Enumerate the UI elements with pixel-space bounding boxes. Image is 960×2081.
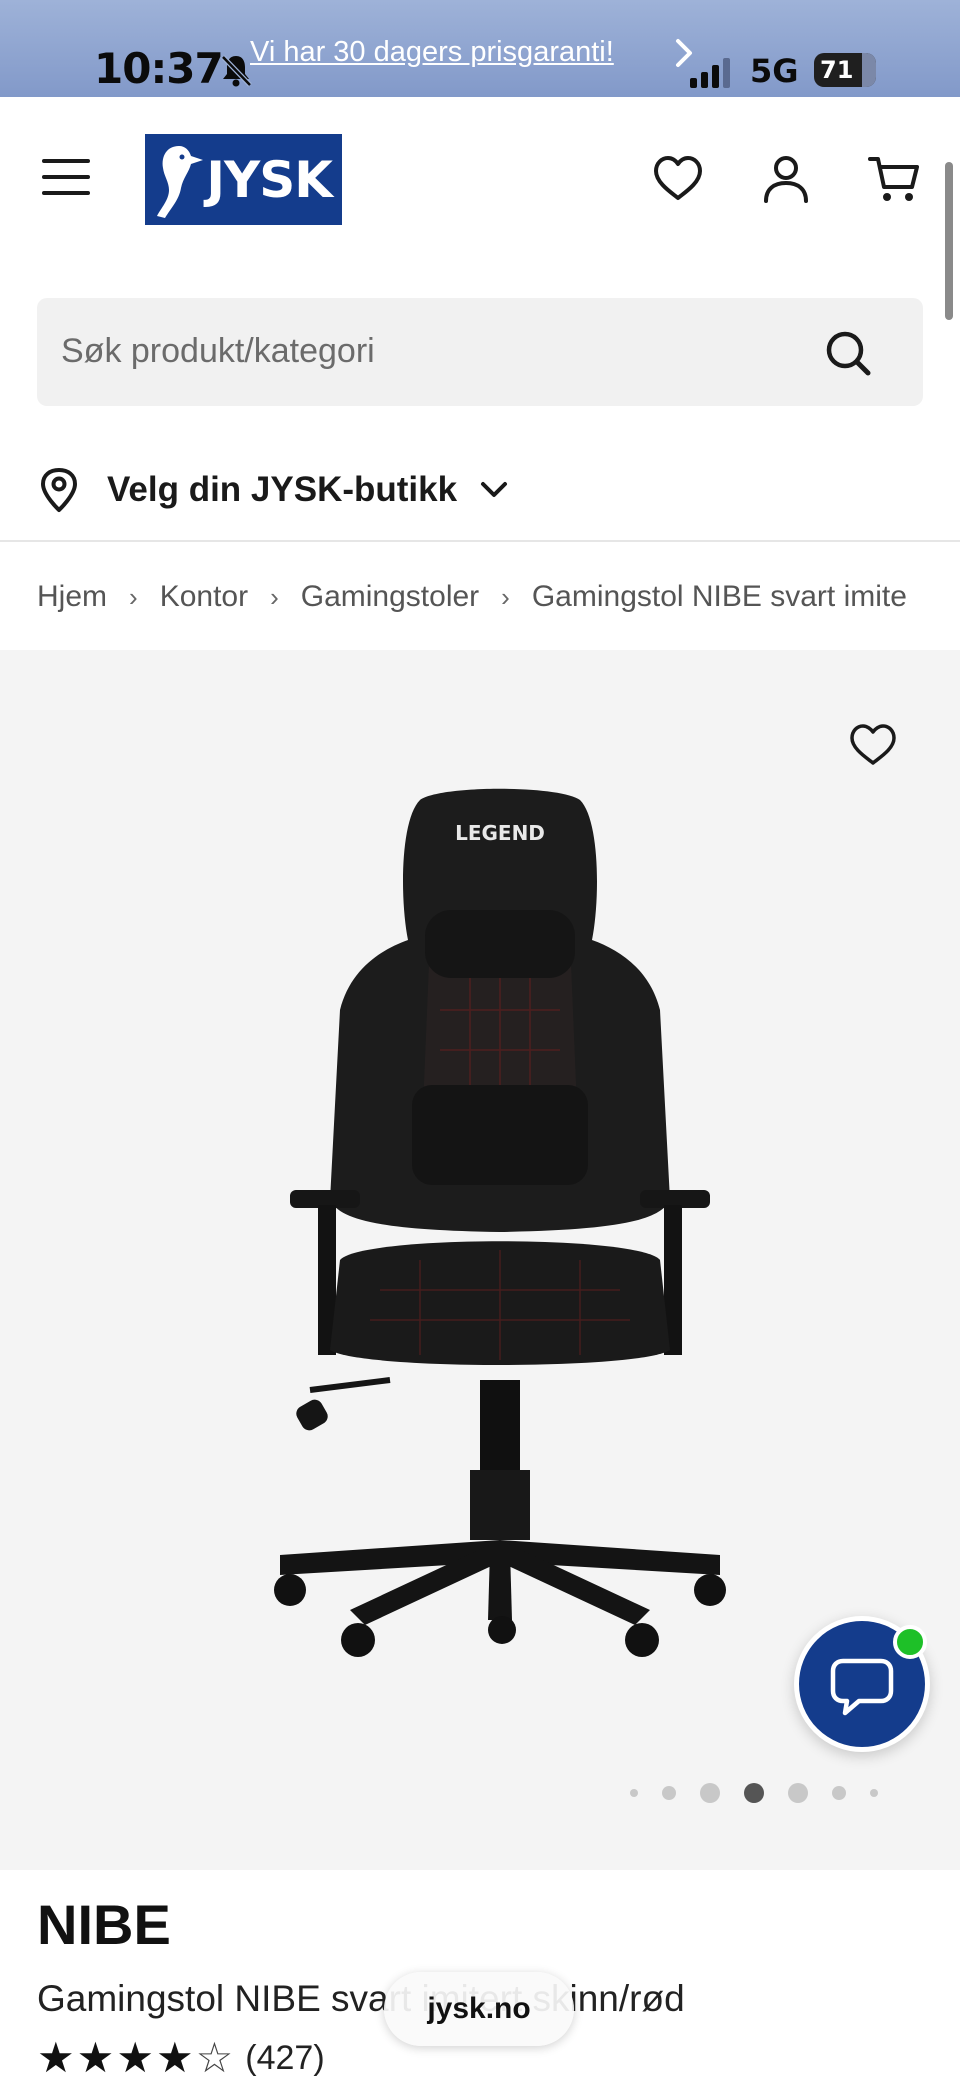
divider	[0, 540, 960, 542]
menu-icon[interactable]	[42, 159, 90, 199]
browser-url: jysk.no	[427, 1992, 531, 2025]
breadcrumb-item-kontor[interactable]: Kontor	[160, 580, 248, 614]
favorite-heart-icon[interactable]	[848, 722, 898, 768]
store-selector[interactable]: Velg din JYSK-butikk	[37, 460, 509, 520]
battery-icon: 71	[814, 53, 876, 87]
gallery-dot[interactable]	[832, 1786, 846, 1800]
gallery-dot[interactable]	[662, 1786, 676, 1800]
browser-url-pill[interactable]: jysk.no	[384, 1972, 574, 2046]
product-image[interactable]: LEGEND	[240, 780, 760, 1680]
gallery-dot[interactable]	[700, 1783, 720, 1803]
price-guarantee-link[interactable]: Vi har 30 dagers prisgaranti!	[250, 36, 614, 69]
search-input[interactable]: Søk produkt/kategori	[37, 298, 923, 406]
chat-button[interactable]	[794, 1616, 930, 1752]
page-scrollbar[interactable]	[945, 162, 953, 320]
status-bar: 10:37 Vi har 30 dagers prisgaranti! 5G 7…	[0, 0, 960, 97]
site-header: JYSK	[0, 97, 960, 267]
gallery-dot-active[interactable]	[744, 1783, 764, 1803]
star-filled-icon: ★	[37, 2033, 75, 2081]
online-status-indicator	[893, 1625, 927, 1659]
chat-bubble-icon	[830, 1658, 894, 1716]
jysk-logo[interactable]: JYSK	[145, 134, 342, 225]
gallery-pagination	[630, 1778, 902, 1808]
search-placeholder: Søk produkt/kategori	[61, 332, 375, 370]
signal-icon	[690, 58, 730, 88]
gallery-dot[interactable]	[630, 1789, 638, 1797]
star-empty-icon: ☆	[195, 2033, 234, 2081]
network-type: 5G	[750, 52, 799, 90]
account-icon[interactable]	[758, 151, 814, 207]
location-pin-icon	[41, 468, 77, 512]
breadcrumb: Hjem › Kontor › Gamingstoler › Gamingsto…	[37, 575, 927, 619]
breadcrumb-separator-icon: ›	[501, 581, 510, 612]
heart-icon[interactable]	[650, 151, 706, 207]
chevron-down-icon	[481, 482, 508, 497]
breadcrumb-item-gamingstoler[interactable]: Gamingstoler	[301, 580, 479, 614]
search-icon[interactable]	[823, 328, 873, 378]
star-filled-icon: ★	[155, 2033, 194, 2081]
review-count[interactable]: (427)	[245, 2039, 324, 2078]
star-filled-icon: ★	[116, 2033, 154, 2081]
breadcrumb-separator-icon: ›	[129, 581, 138, 612]
logo-text: JYSK	[206, 150, 333, 209]
bird-logo-icon	[157, 146, 203, 218]
gallery-dot[interactable]	[788, 1783, 808, 1803]
product-brand: NIBE	[37, 1893, 171, 1956]
breadcrumb-item-hjem[interactable]: Hjem	[37, 580, 107, 614]
product-rating[interactable]: ★ ★ ★ ★ ☆ (427)	[37, 2036, 325, 2080]
store-selector-label: Velg din JYSK-butikk	[107, 470, 458, 509]
status-time: 10:37	[94, 44, 224, 93]
chair-logo-text: LEGEND	[455, 821, 545, 845]
silent-bell-icon	[221, 55, 252, 87]
cart-icon[interactable]	[866, 151, 922, 207]
breadcrumb-separator-icon: ›	[270, 581, 279, 612]
battery-level: 71	[820, 56, 854, 84]
product-name: Gamingstol NIBE svart imitert skinn/rød	[37, 1978, 685, 2019]
breadcrumb-item-current: Gamingstol NIBE svart imite	[531, 580, 907, 613]
star-filled-icon: ★	[76, 2033, 115, 2081]
gallery-dot[interactable]	[870, 1789, 878, 1797]
